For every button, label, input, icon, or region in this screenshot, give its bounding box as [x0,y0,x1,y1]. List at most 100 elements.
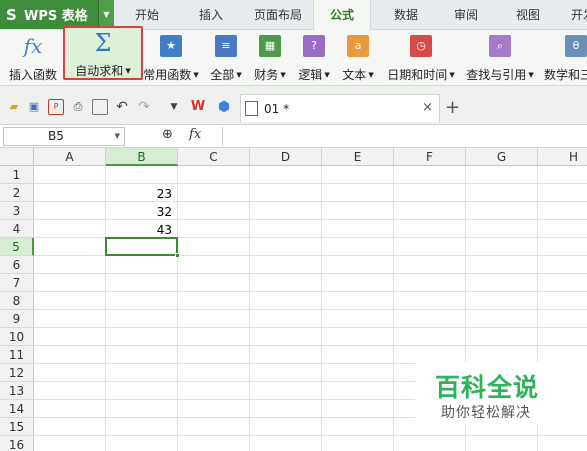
add-tab-icon[interactable]: + [445,97,460,118]
datetime-functions-button[interactable]: ◷ 日期和时间 ▼ [383,33,459,83]
select-all-corner[interactable] [0,148,34,166]
all-functions-button[interactable]: ≡ 全部 ▼ [206,33,246,83]
text-functions-button[interactable]: a 文本 ▼ [338,33,378,83]
chevron-down-icon: ▼ [193,71,199,79]
undo-icon[interactable]: ↶ [114,99,130,115]
fx-icon[interactable]: fx [189,127,201,142]
print-icon[interactable]: ⎙ [70,99,86,115]
fx-icon: fx [23,34,43,58]
redo-icon[interactable]: ↷ [136,99,152,115]
row-header-1[interactable]: 1 [0,166,34,184]
clock-icon: ◷ [410,35,432,57]
document-tab[interactable]: 01 * × [240,94,440,122]
row-header-9[interactable]: 9 [0,310,34,328]
chevron-down-icon: ▼ [449,71,455,79]
column-header-a[interactable]: A [34,148,106,166]
list-icon: ≡ [215,35,237,57]
row-header-7[interactable]: 7 [0,274,34,292]
tab-insert[interactable]: 插入 [186,0,236,29]
math-functions-label: 数学和三 [544,68,587,82]
column-header-d[interactable]: D [250,148,322,166]
insert-function-label: 插入函数 [8,68,57,82]
tab-developer[interactable]: 开发 [563,0,587,29]
watermark-subtitle: 助你轻松解决 [441,405,531,421]
all-functions-label: 全部 [210,68,235,82]
logic-functions-label: 逻辑 [298,68,323,82]
tab-page-layout[interactable]: 页面布局 [246,0,310,29]
tab-formulas[interactable]: 公式 [313,0,371,30]
save-icon[interactable]: ▣ [26,99,42,115]
row-header-2[interactable]: 2 [0,184,34,202]
tab-data[interactable]: 数据 [381,0,431,29]
row-header-11[interactable]: 11 [0,346,34,364]
sigma-icon: Σ [94,29,112,57]
document-tab-title: 01 * [264,101,290,116]
tab-view[interactable]: 视图 [503,0,553,29]
column-header-h[interactable]: H [538,148,587,166]
chevron-down-icon: ▼ [236,71,242,79]
row-header-13[interactable]: 13 [0,382,34,400]
row-header-15[interactable]: 15 [0,418,34,436]
watermark: 百科全说 助你轻松解决 [415,362,587,424]
auto-sum-button[interactable]: Σ 自动求和 ▼ [63,26,143,80]
print-preview-icon[interactable] [92,99,108,115]
insert-function-button[interactable]: fx 插入函数 [4,33,62,83]
formula-input[interactable] [222,127,587,146]
wps-logo-icon: S [6,5,17,24]
watermark-title: 百科全说 [435,373,540,402]
cell-b3[interactable]: 32 [105,203,175,221]
logic-functions-button[interactable]: ? 逻辑 ▼ [294,33,334,83]
row-header-4[interactable]: 4 [0,220,34,238]
row-header-6[interactable]: 6 [0,256,34,274]
customize-dropdown-icon[interactable]: ▼ [166,99,182,115]
auto-sum-label: 自动求和 [75,64,124,78]
app-menu-button[interactable]: S WPS 表格 [0,0,98,29]
chevron-down-icon: ▼ [280,71,286,79]
finance-functions-button[interactable]: ▦ 财务 ▼ [250,33,290,83]
fill-handle[interactable] [175,253,180,258]
row-header-3[interactable]: 3 [0,202,34,220]
chevron-down-icon: ▼ [368,71,374,79]
cube-icon[interactable]: ⬢ [216,99,232,115]
column-header-g[interactable]: G [466,148,538,166]
wps-w-icon[interactable]: W [190,99,206,115]
star-icon: ★ [160,35,182,57]
active-cell-b5[interactable] [105,237,180,258]
row-header-12[interactable]: 12 [0,364,34,382]
question-icon: ? [303,35,325,57]
datetime-functions-label: 日期和时间 [387,68,448,82]
finance-functions-label: 财务 [254,68,279,82]
close-icon[interactable]: × [422,100,433,115]
table-icon: ▦ [259,35,281,57]
export-pdf-icon[interactable]: P [48,99,64,115]
formula-bar: B5 ▼ ⊕ fx [0,125,587,148]
lookup-functions-label: 查找与引用 [466,68,527,82]
math-functions-button[interactable]: θ 数学和三 [542,33,587,83]
column-header-c[interactable]: C [178,148,250,166]
chevron-down-icon: ▼ [528,71,534,79]
quick-access-bar: ▰ ▣ P ⎙ ↶ ↷ ▼ W ⬢ 01 * × + [0,86,587,125]
text-a-icon: a [347,35,369,57]
column-header-e[interactable]: E [322,148,394,166]
row-header-5[interactable]: 5 [0,238,34,256]
column-header-b[interactable]: B [106,148,178,166]
column-header-f[interactable]: F [394,148,466,166]
cell-b2[interactable]: 23 [105,185,175,203]
row-header-8[interactable]: 8 [0,292,34,310]
open-folder-icon[interactable]: ▰ [6,99,22,115]
common-functions-label: 常用函数 [143,68,192,82]
chevron-down-icon: ▼ [324,71,330,79]
app-dropdown-chevron-icon[interactable]: ▼ [98,0,114,29]
row-header-10[interactable]: 10 [0,328,34,346]
text-functions-label: 文本 [342,68,367,82]
row-header-16[interactable]: 16 [0,436,34,451]
name-box[interactable]: B5 ▼ [3,127,125,146]
tab-home[interactable]: 开始 [122,0,172,29]
lookup-functions-button[interactable]: ⌕ 查找与引用 ▼ [463,33,537,83]
zoom-icon[interactable]: ⊕ [162,127,173,142]
chevron-down-icon[interactable]: ▼ [115,128,120,145]
row-header-14[interactable]: 14 [0,400,34,418]
spreadsheet-doc-icon [245,101,258,116]
common-functions-button[interactable]: ★ 常用函数 ▼ [140,33,202,83]
tab-review[interactable]: 审阅 [441,0,491,29]
